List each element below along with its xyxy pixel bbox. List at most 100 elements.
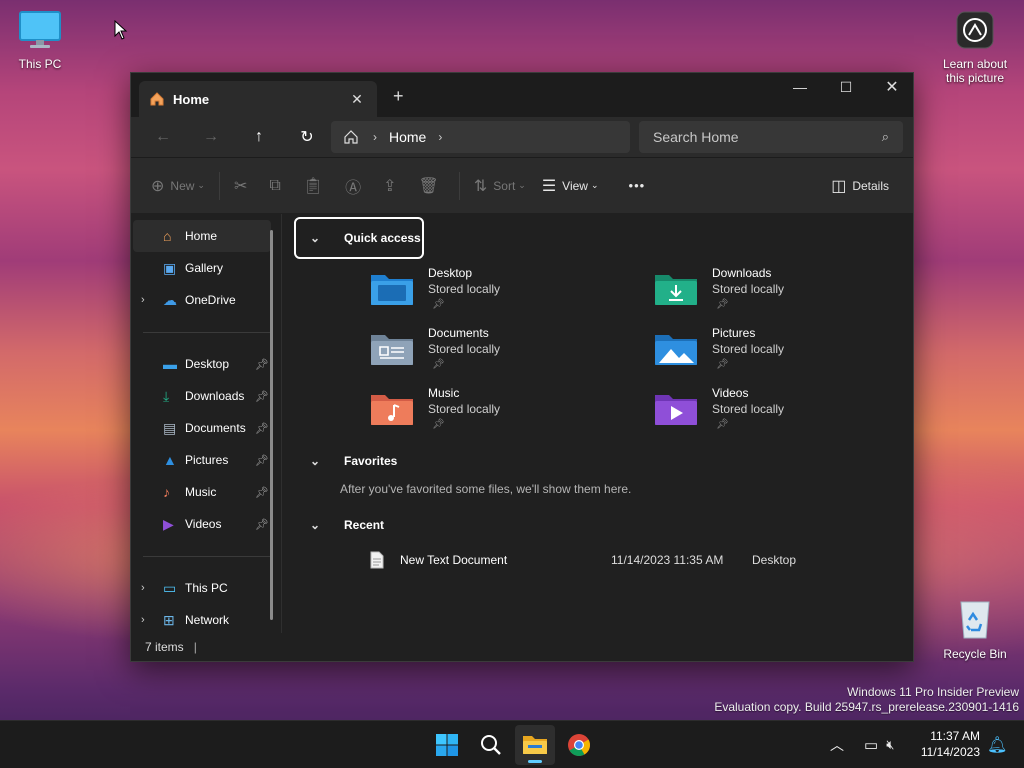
chevron-right-icon[interactable]: › [438, 130, 442, 144]
learn-about-line1: Learn about [942, 57, 1008, 71]
sidebar-item-music[interactable]: ♪ Music 📌︎ [131, 476, 281, 508]
sidebar-item-onedrive[interactable]: › ☁ OneDrive [131, 284, 281, 316]
cut-button[interactable]: ✂ [226, 170, 261, 202]
sidebar-item-gallery[interactable]: ▣ Gallery [131, 252, 281, 284]
sidebar-item-documents[interactable]: ▤ Documents 📌︎ [131, 412, 281, 444]
quick-access-item-downloads[interactable]: Downloads Stored locally 📌︎ [654, 265, 784, 321]
clock[interactable]: 11:37 AM 11/14/2023 [921, 728, 980, 760]
desktop-icon-this-pc[interactable]: This PC [0, 10, 80, 71]
sidebar-scrollbar[interactable] [270, 230, 273, 620]
quick-access-item-documents[interactable]: Documents Stored locally 📌︎ [370, 325, 500, 381]
sidebar-item-home[interactable]: ⌂ Home [133, 220, 271, 252]
windows-watermark: Windows 11 Pro Insider Preview Evaluatio… [714, 685, 1019, 715]
forward-button[interactable]: → [187, 121, 235, 153]
copy-icon: ⧉ [269, 176, 281, 194]
address-bar[interactable]: › Home › [331, 121, 630, 153]
pin-icon: 📌︎ [432, 359, 445, 370]
command-bar: ⊕ New ⌄ ✂ ⧉ 📋︎ Ⓐ ⇪ 🗑︎ ⇅ Sort ⌄ ☰ View ⌄ ••• ◫ D… [131, 157, 913, 213]
breadcrumb-home[interactable]: Home [389, 129, 426, 145]
sidebar-item-label: Downloads [185, 389, 245, 403]
mouse-cursor-icon [114, 20, 128, 40]
videos-folder-icon [655, 395, 697, 425]
paste-button[interactable]: 📋︎ [295, 170, 337, 202]
quick-access-header[interactable]: ⌄ Quick access [310, 231, 421, 245]
maximize-button[interactable]: ☐ [823, 73, 869, 101]
chevron-down-icon: ⌄ [518, 180, 526, 190]
recent-header[interactable]: ⌄ Recent [310, 518, 384, 532]
delete-button[interactable]: 🗑︎ [411, 170, 453, 202]
system-tray: ︿ ▭ 🔇︎ [830, 721, 894, 768]
chevron-right-icon: › [373, 130, 377, 144]
pin-icon: 📌︎ [255, 454, 269, 467]
clock-time: 11:37 AM [930, 729, 980, 743]
quick-access-item-videos[interactable]: Videos Stored locally 📌︎ [654, 385, 784, 441]
tab-home[interactable]: Home ✕ [139, 81, 377, 117]
minimize-button[interactable]: — [777, 73, 823, 101]
back-button[interactable]: ← [139, 121, 187, 153]
new-tab-button[interactable]: + [393, 86, 404, 107]
search-box[interactable]: Search Home ⌕ [639, 121, 903, 153]
favorites-header[interactable]: ⌄ Favorites [310, 454, 397, 468]
sidebar-item-pictures[interactable]: ▲ Pictures 📌︎ [131, 444, 281, 476]
status-bar: 7 items | [131, 633, 913, 661]
learn-about-line2: this picture [945, 71, 1005, 85]
up-button[interactable]: ↑ [235, 121, 283, 153]
chevron-right-icon[interactable]: › [141, 614, 145, 626]
home-icon [150, 92, 164, 106]
details-pane-button[interactable]: ◫ Details [823, 170, 897, 202]
more-options-button[interactable]: ••• [621, 170, 654, 202]
sidebar-item-label: Videos [185, 517, 222, 531]
sidebar-item-label: OneDrive [185, 293, 236, 307]
view-button[interactable]: ☰ View ⌄ [534, 170, 607, 202]
music-icon: ♪ [163, 484, 170, 500]
start-button[interactable] [427, 725, 467, 765]
rename-icon: Ⓐ [345, 179, 362, 197]
section-title: Quick access [344, 231, 421, 245]
quick-access-item-desktop[interactable]: Desktop Stored locally 📌︎ [370, 265, 500, 321]
item-status: Stored locally [428, 282, 501, 296]
chrome-taskbar-button[interactable] [559, 725, 599, 765]
network-icon[interactable]: ▭ [864, 736, 878, 754]
desktop-icon-learn-about-picture[interactable]: Learn about this picture [935, 10, 1015, 85]
copy-button[interactable]: ⧉ [261, 170, 294, 202]
monitor-icon [19, 11, 61, 48]
sidebar-item-this-pc[interactable]: › ▭ This PC [131, 572, 281, 604]
item-name: Downloads [712, 266, 772, 280]
divider [143, 556, 271, 557]
pin-icon: 📌︎ [255, 422, 269, 435]
details-label: Details [852, 179, 889, 193]
quick-access-item-pictures[interactable]: Pictures Stored locally 📌︎ [654, 325, 784, 381]
item-status: Stored locally [428, 342, 501, 356]
sidebar-item-label: Music [185, 485, 217, 499]
desktop-icon-recycle-bin[interactable]: Recycle Bin [935, 598, 1015, 661]
documents-icon: ▤ [163, 419, 177, 436]
sidebar-item-videos[interactable]: ▶ Videos 📌︎ [131, 508, 281, 540]
refresh-button[interactable]: ↻ [283, 121, 331, 153]
notification-bell-icon[interactable]: 🔔︎ [987, 721, 1007, 768]
new-button[interactable]: ⊕ New ⌄ [143, 170, 213, 202]
close-tab-icon[interactable]: ✕ [347, 91, 367, 108]
chevron-up-icon[interactable]: ︿ [830, 735, 844, 755]
network-icon: ⊞ [163, 611, 175, 628]
share-icon: ⇪ [383, 177, 397, 195]
taskbar-search-button[interactable] [471, 725, 511, 765]
pictures-icon: ▲ [163, 452, 177, 468]
sidebar-item-downloads[interactable]: ⤓ Downloads 📌︎ [131, 380, 281, 412]
chevron-right-icon[interactable]: › [141, 294, 145, 306]
close-window-button[interactable]: ✕ [869, 73, 915, 101]
chevron-right-icon[interactable]: › [141, 582, 145, 594]
sidebar-item-desktop[interactable]: ▬ Desktop 📌︎ [131, 348, 281, 380]
file-explorer-taskbar-button[interactable] [515, 725, 555, 765]
sidebar-item-network[interactable]: › ⊞ Network [131, 604, 281, 636]
sort-button[interactable]: ⇅ Sort ⌄ [466, 170, 534, 202]
quick-access-item-music[interactable]: Music Stored locally 📌︎ [370, 385, 500, 441]
rename-button[interactable]: Ⓐ [337, 170, 375, 202]
download-icon: ⤓ [163, 387, 170, 404]
pin-icon: 📌︎ [432, 419, 445, 430]
share-button[interactable]: ⇪ [375, 170, 410, 202]
sidebar-item-label: Network [185, 613, 230, 627]
search-placeholder: Search Home [653, 129, 739, 145]
recent-file-row[interactable]: New Text Document 11/14/2023 11:35 AM De… [370, 549, 810, 571]
volume-muted-icon[interactable]: 🔇︎ [886, 737, 894, 753]
recent-file-location: Desktop [752, 553, 797, 567]
